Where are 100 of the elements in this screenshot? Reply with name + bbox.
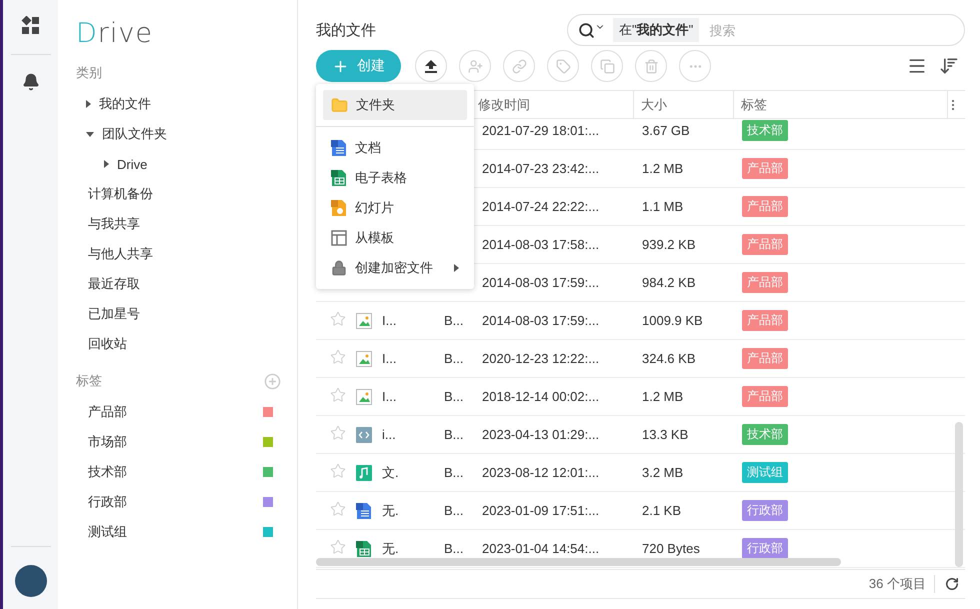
vertical-scrollbar[interactable] (955, 422, 963, 567)
table-cell-text: 2023-01-04 14:54:... (481, 541, 600, 556)
file-name[interactable]: 无. (378, 540, 399, 558)
tag-badge: 行政部 (742, 538, 788, 559)
table-cell-text: 2023-08-12 12:01:... (481, 465, 600, 480)
table-cell-text: 720 Bytes (641, 541, 700, 556)
table-cell-text: B... (443, 427, 464, 442)
menu-item[interactable]: 创建加密文件 (323, 253, 467, 283)
table-cell-text: 2023-01-09 17:51:... (481, 503, 600, 518)
table-cell-text: 2018-12-14 00:02:... (481, 389, 600, 404)
file-name[interactable]: 文. (378, 464, 399, 482)
table-cell-text: 1.2 MB (641, 161, 684, 176)
table-cell-text: 1.2 MB (641, 389, 684, 404)
tag-label[interactable]: 产品部 (88, 403, 127, 421)
file-name[interactable]: I... (378, 389, 396, 404)
table-cell-text: 2021-07-29 18:01:... (481, 123, 600, 138)
menu-item[interactable]: 幻灯片 (323, 193, 467, 223)
menu-item[interactable]: 从模板 (323, 223, 467, 253)
submenu-caret-icon (454, 264, 459, 272)
table-cell-text: B... (443, 389, 464, 404)
table-cell-text: 2014-08-03 17:59:... (481, 275, 600, 290)
sidebar-item[interactable]: 回收站 (76, 329, 281, 359)
table-cell-text: B... (443, 351, 464, 366)
table-cell-text: 2.1 KB (641, 503, 682, 518)
music-file-icon (356, 464, 372, 480)
tag-icon[interactable] (547, 50, 579, 82)
search-scope[interactable]: 在"我的文件" (613, 18, 700, 42)
table-cell-text: B... (443, 541, 464, 556)
image-file-icon (356, 388, 372, 404)
sidebar-item[interactable]: 已加星号 (76, 299, 281, 329)
table-cell-text: 2023-04-13 01:29:... (481, 427, 600, 442)
menu-item[interactable]: 文档 (323, 133, 467, 163)
tag-badge: 产品部 (742, 310, 788, 331)
sort-icon[interactable] (939, 56, 959, 76)
file-name[interactable]: I... (378, 313, 396, 328)
tag-badge: 产品部 (742, 272, 788, 293)
share-user-icon[interactable] (459, 50, 491, 82)
more-icon[interactable] (679, 50, 711, 82)
apps-icon[interactable] (20, 16, 40, 36)
tag-badge: 行政部 (742, 500, 788, 521)
table-cell-text: 2014-08-03 17:58:... (481, 237, 600, 252)
column-menu-icon[interactable] (952, 100, 956, 110)
tag-label[interactable]: 测试组 (88, 523, 127, 541)
code-file-icon (356, 426, 372, 442)
add-tag-icon[interactable] (264, 372, 281, 390)
tag-label[interactable]: 技术部 (88, 463, 127, 481)
menu-item[interactable]: 电子表格 (323, 163, 467, 193)
sidebar-item[interactable]: 团队文件夹 (76, 119, 281, 149)
folder-icon (331, 96, 348, 114)
sidebar-item[interactable]: 与他人共享 (76, 239, 281, 269)
column-header[interactable]: 大小 (641, 96, 667, 114)
file-name[interactable]: 无. (378, 502, 399, 520)
table-cell-text: 324.6 KB (641, 351, 696, 366)
notification-bell-icon[interactable] (22, 73, 40, 91)
tag-label[interactable]: 行政部 (88, 493, 127, 511)
table-cell-text: B... (443, 503, 464, 518)
slides-icon (331, 200, 347, 216)
table-cell-text: 1009.9 KB (641, 313, 703, 328)
table-cell-text: 3.2 MB (641, 465, 684, 480)
sidebar-item[interactable]: 与我共享 (76, 209, 281, 239)
tag-badge: 测试组 (742, 462, 788, 483)
image-file-icon (356, 350, 372, 366)
tag-badge: 产品部 (742, 196, 788, 217)
page-title: 我的文件 (316, 20, 376, 40)
file-name[interactable]: i... (378, 427, 396, 442)
sidebar-item[interactable]: 我的文件 (76, 89, 281, 119)
refresh-icon[interactable] (945, 577, 959, 591)
table-cell-text: 2020-12-23 12:22:... (481, 351, 600, 366)
template-icon (331, 230, 347, 246)
sidebar-item[interactable]: 最近存取 (76, 269, 281, 299)
spreadsheet-icon (356, 540, 372, 556)
sidebar-item[interactable]: Drive (76, 149, 281, 179)
horizontal-scrollbar[interactable] (316, 558, 841, 566)
table-cell-text: 984.2 KB (641, 275, 696, 290)
table-cell-text: 3.67 GB (641, 123, 690, 138)
tag-badge: 产品部 (742, 158, 788, 179)
column-header[interactable]: 修改时间 (478, 96, 530, 114)
sidebar-item[interactable]: 计算机备份 (76, 179, 281, 209)
delete-icon[interactable] (635, 50, 667, 82)
table-cell-text: 13.3 KB (641, 427, 688, 442)
star-icon (330, 387, 346, 403)
link-icon[interactable] (503, 50, 535, 82)
document-icon (331, 140, 347, 156)
upload-icon[interactable] (415, 50, 447, 82)
star-icon (330, 425, 346, 441)
copy-icon[interactable] (591, 50, 623, 82)
section-title: 类别 (76, 64, 102, 82)
file-name[interactable]: I... (378, 351, 396, 366)
table-cell-text: 2014-07-23 23:42:... (481, 161, 600, 176)
spreadsheet-icon (331, 170, 347, 186)
tag-badge: 技术部 (742, 424, 788, 445)
table-cell-text: 2014-07-24 22:22:... (481, 199, 600, 214)
tag-badge: 产品部 (742, 234, 788, 255)
column-header[interactable]: 标签 (741, 96, 767, 114)
search-field[interactable]: 在"我的文件" 搜索 (567, 14, 965, 46)
user-avatar[interactable] (14, 565, 46, 597)
menu-item[interactable]: 文件夹 (323, 90, 467, 120)
star-icon (330, 501, 346, 517)
table-cell-text: B... (443, 313, 464, 328)
tag-label[interactable]: 市场部 (88, 433, 127, 451)
